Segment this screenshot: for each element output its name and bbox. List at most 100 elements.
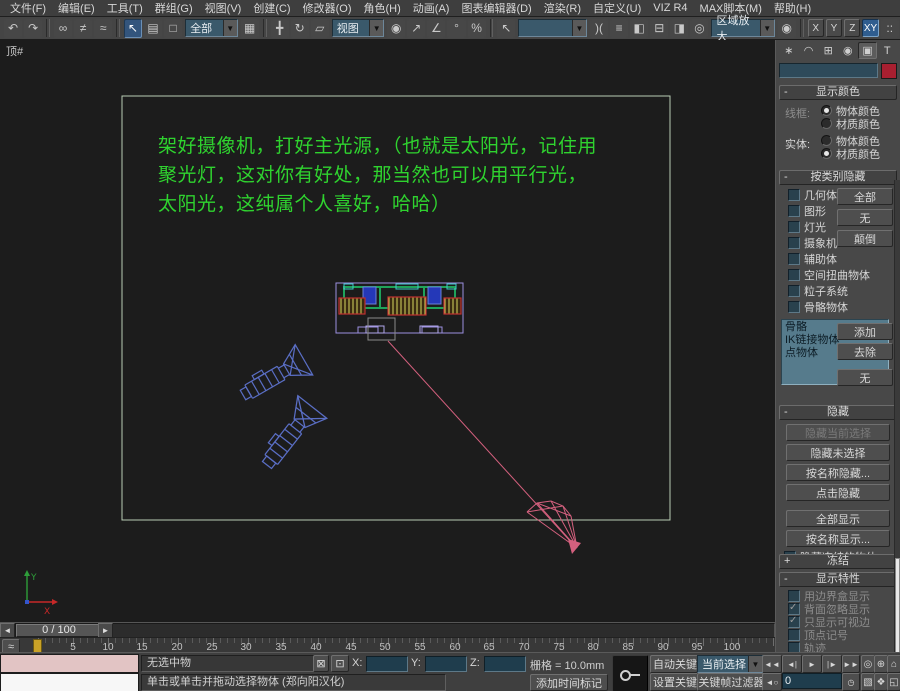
- menu-viz[interactable]: VIZ R4: [647, 2, 693, 14]
- auto-key-button[interactable]: 自动关键帧: [650, 655, 698, 673]
- select-object-icon[interactable]: ↖: [124, 19, 142, 38]
- render-type-dropdown[interactable]: 区域放大 ▼: [711, 19, 774, 37]
- object-name-field[interactable]: [779, 63, 878, 78]
- region-zoom-icon[interactable]: ▧: [861, 673, 875, 691]
- checkbox-icon[interactable]: [788, 285, 800, 297]
- viewport-text-annotation[interactable]: 架好摄像机，打好主光源，（也就是太阳光，记住用 聚光灯，这对你有好处，那当然也可…: [158, 132, 678, 219]
- dropdown-arrow-icon[interactable]: ▼: [369, 20, 383, 36]
- window-crossing-icon[interactable]: ▦: [241, 19, 259, 38]
- tab-motion-icon[interactable]: ◉: [838, 42, 858, 59]
- hide-unselected-button[interactable]: 隐藏未选择: [786, 444, 890, 461]
- tab-utilities-icon[interactable]: T: [877, 42, 897, 59]
- restrict-x-button[interactable]: X: [808, 19, 824, 37]
- category-space-warps[interactable]: 空间扭曲物体: [780, 268, 896, 284]
- go-to-start-button[interactable]: ◄◄: [762, 655, 782, 673]
- set-key-button[interactable]: 设置关键帧: [650, 673, 698, 691]
- checkbox-icon[interactable]: [788, 189, 800, 201]
- tab-display-icon[interactable]: ▣: [858, 42, 878, 59]
- restrict-y-button[interactable]: Y: [826, 19, 842, 37]
- play-animation-button[interactable]: ►: [802, 655, 822, 673]
- menu-animation[interactable]: 动画(A): [407, 0, 456, 16]
- go-to-end-button[interactable]: ►►: [842, 655, 860, 673]
- rollout-hide-by-category-header[interactable]: - 按类别隐藏: [779, 170, 897, 185]
- selection-filter-dropdown[interactable]: 全部 ▼: [185, 19, 237, 37]
- z-coord-field[interactable]: [484, 656, 526, 672]
- category-all-button[interactable]: 全部: [837, 188, 893, 205]
- rollout-display-color-header[interactable]: - 显示颜色: [779, 85, 897, 100]
- category-helpers[interactable]: 辅助体: [780, 252, 896, 268]
- radio-icon[interactable]: [821, 118, 832, 129]
- menu-customize[interactable]: 自定义(U): [587, 0, 647, 16]
- reference-coordinate-dropdown[interactable]: 视图 ▼: [332, 19, 384, 37]
- wireframe-material-color-radio[interactable]: 材质颜色: [821, 116, 880, 132]
- spotlight-object-1[interactable]: [234, 345, 313, 411]
- time-slider-next-arrow[interactable]: ►: [98, 623, 113, 638]
- material-editor-icon[interactable]: ◧: [630, 19, 648, 38]
- dropdown-arrow-icon[interactable]: ▼: [760, 20, 774, 36]
- category-none-button[interactable]: 无: [837, 209, 893, 226]
- tab-create-icon[interactable]: ∗: [779, 42, 799, 59]
- tab-hierarchy-icon[interactable]: ⊞: [818, 42, 838, 59]
- angle-snap-icon[interactable]: °: [447, 19, 465, 38]
- rollout-display-properties-header[interactable]: - 显示特性: [779, 572, 897, 587]
- current-frame-marker[interactable]: [33, 639, 42, 653]
- maxscript-mini-listener-macro[interactable]: [0, 654, 139, 673]
- schematic-view-icon[interactable]: ◨: [670, 19, 688, 38]
- current-frame-field[interactable]: [782, 673, 842, 689]
- menu-edit[interactable]: 编辑(E): [52, 0, 101, 16]
- named-selection-dropdown[interactable]: ▼: [518, 19, 587, 37]
- category-add-button[interactable]: 添加: [837, 323, 893, 340]
- percent-snap-icon[interactable]: %: [468, 19, 486, 38]
- render-scene-icon[interactable]: ◎: [690, 19, 708, 38]
- checkbox-icon[interactable]: [788, 221, 800, 233]
- select-and-manipulate-icon[interactable]: ↗: [407, 19, 425, 38]
- quick-render-icon[interactable]: ◉: [778, 19, 796, 38]
- menu-graph-editors[interactable]: 图表编辑器(D): [455, 0, 537, 16]
- menu-character[interactable]: 角色(H): [358, 0, 407, 16]
- menu-views[interactable]: 视图(V): [199, 0, 248, 16]
- select-and-move-icon[interactable]: ╋: [271, 19, 289, 38]
- maxscript-mini-listener[interactable]: [0, 673, 139, 691]
- zoom-icon[interactable]: ◎: [861, 655, 875, 673]
- bind-to-space-warp-icon[interactable]: ≈: [94, 19, 112, 38]
- time-slider-prev-arrow[interactable]: ◄: [0, 623, 15, 638]
- category-list-none-button[interactable]: 无: [837, 369, 893, 386]
- y-coord-field[interactable]: [425, 656, 467, 672]
- restrict-xy-button[interactable]: XY: [862, 19, 878, 37]
- redo-icon[interactable]: ↷: [24, 19, 42, 38]
- absolute-offset-toggle-icon[interactable]: ⊡: [331, 655, 349, 672]
- checkbox-icon[interactable]: [788, 237, 800, 249]
- select-and-rotate-icon[interactable]: ↻: [291, 19, 309, 38]
- spinner-snap-icon[interactable]: ::: [881, 19, 899, 38]
- category-particle-systems[interactable]: 粒子系统: [780, 284, 896, 300]
- named-selection-icon[interactable]: ↖: [497, 19, 515, 38]
- add-time-tag-button[interactable]: 添加时间标记: [530, 674, 608, 691]
- menu-create[interactable]: 创建(C): [247, 0, 296, 16]
- use-pivot-center-icon[interactable]: ◉: [387, 19, 405, 38]
- category-bone-objects[interactable]: 骨骼物体: [780, 300, 896, 316]
- object-color-swatch[interactable]: [881, 63, 897, 79]
- key-selection-mode-dropdown[interactable]: 当前选择 ▼: [697, 655, 763, 673]
- checkbox-icon[interactable]: [788, 253, 800, 265]
- category-remove-button[interactable]: 去除: [837, 343, 893, 360]
- pan-icon[interactable]: ❖: [874, 673, 888, 691]
- unlink-selection-icon[interactable]: ≠: [74, 19, 92, 38]
- category-invert-button[interactable]: 颠倒: [837, 230, 893, 247]
- key-mode-toggle-button[interactable]: ◄○: [762, 673, 782, 691]
- menu-group[interactable]: 群组(G): [149, 0, 199, 16]
- menu-rendering[interactable]: 渲染(R): [538, 0, 587, 16]
- animate-key-icon[interactable]: [612, 655, 648, 691]
- curve-editor-icon[interactable]: ⊟: [650, 19, 668, 38]
- next-frame-button[interactable]: |►: [822, 655, 842, 673]
- checkbox-icon[interactable]: [788, 269, 800, 281]
- dropdown-arrow-icon[interactable]: ▼: [748, 656, 762, 672]
- previous-frame-button[interactable]: ◄|: [782, 655, 802, 673]
- min-max-toggle-icon[interactable]: ◱: [887, 673, 900, 691]
- select-by-name-icon[interactable]: ▤: [144, 19, 162, 38]
- select-and-scale-icon[interactable]: ▱: [311, 19, 329, 38]
- hide-by-hit-button[interactable]: 点击隐藏: [786, 484, 890, 501]
- radio-icon[interactable]: [821, 105, 832, 116]
- menu-help[interactable]: 帮助(H): [768, 0, 817, 16]
- time-configuration-button[interactable]: ◷: [842, 673, 860, 691]
- time-slider-track[interactable]: 0 / 100: [15, 623, 775, 638]
